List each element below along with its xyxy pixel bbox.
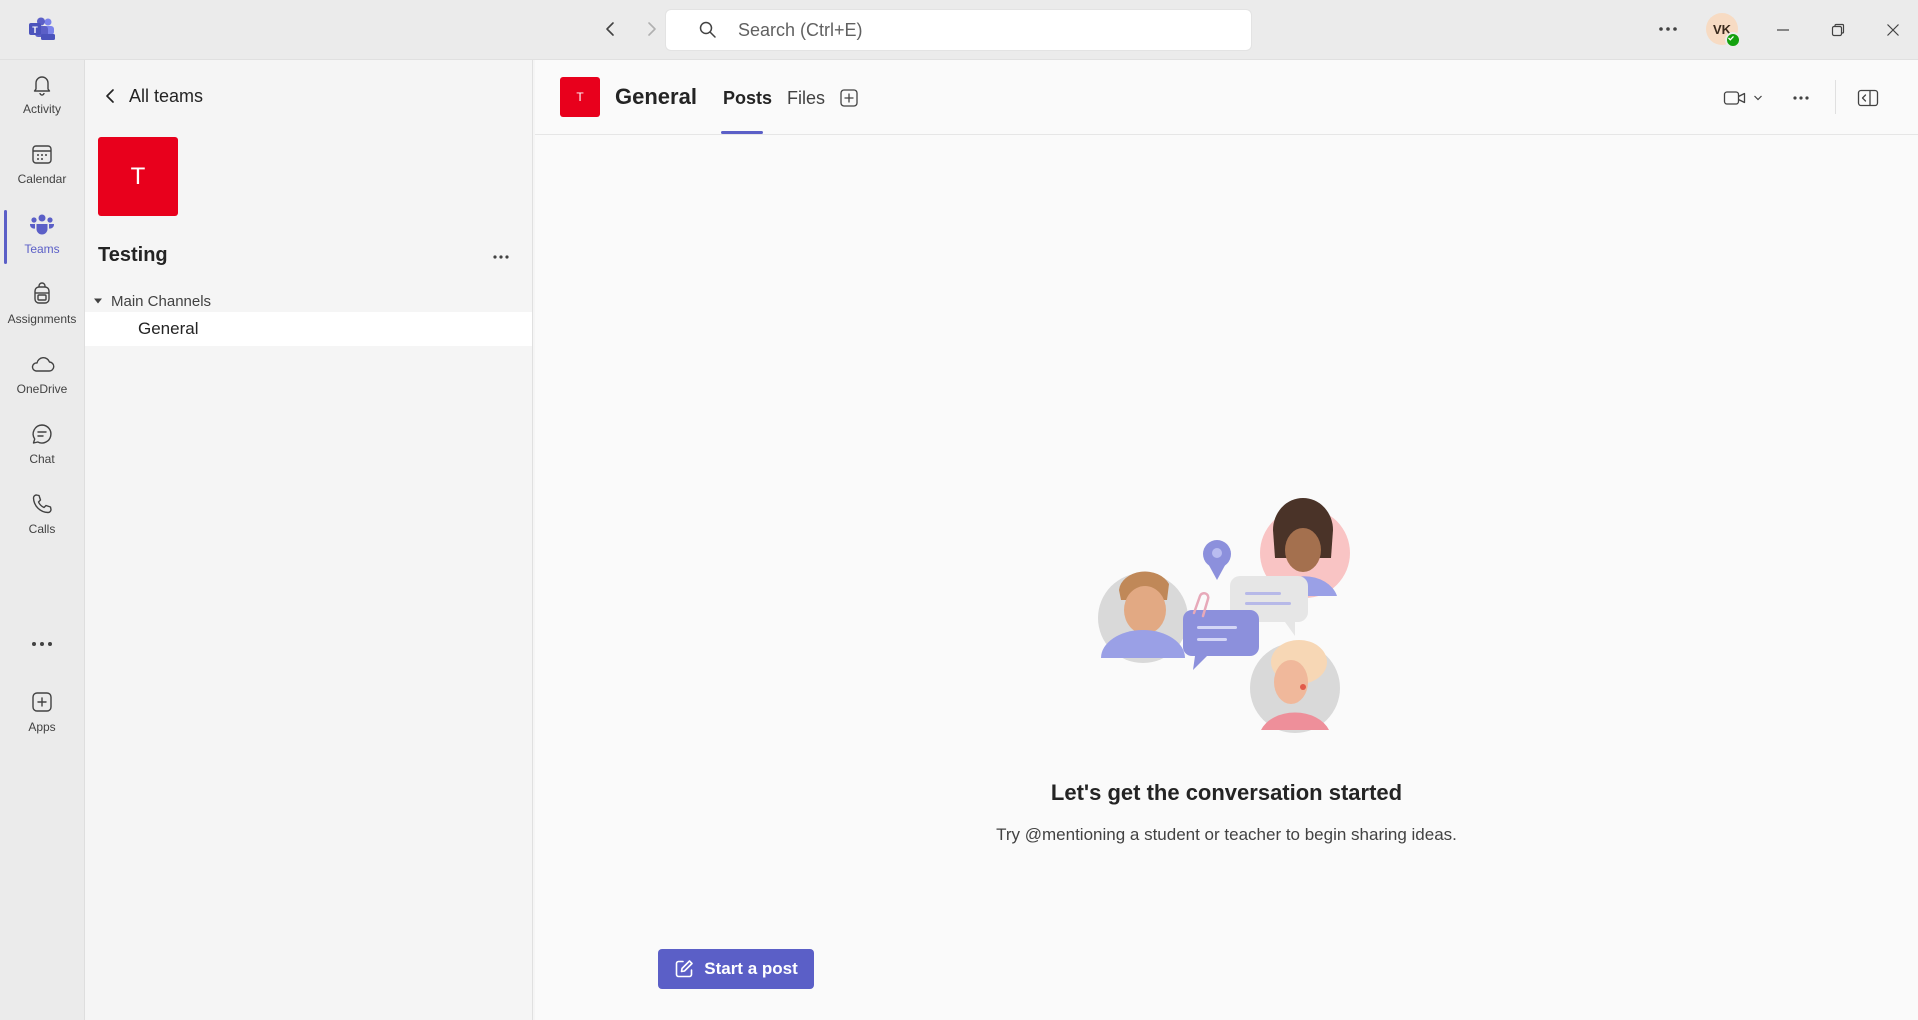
more-options-icon[interactable] [1655,16,1681,42]
rail-item-label: Teams [24,242,60,256]
video-camera-icon [1723,89,1747,107]
cloud-icon [28,350,56,378]
rail-item-teams[interactable]: Teams [0,202,84,268]
presence-available-badge [1725,32,1741,48]
rail-item-activity[interactable]: Activity [0,62,84,128]
close-icon[interactable] [1880,17,1906,43]
rail-item-onedrive[interactable]: OneDrive [0,342,84,408]
channel-main: T General Posts Files Let's get the conv… [535,60,1918,1020]
rail-item-label: OneDrive [16,382,68,396]
rail-item-label: Chat [29,452,55,466]
team-name: Testing [98,244,168,266]
channel-team-initial: T [576,90,584,104]
chat-icon [28,420,56,448]
minimize-icon[interactable] [1770,17,1796,43]
team-avatar: T [98,137,178,216]
calendar-icon [28,140,56,168]
app-rail: Activity Calendar Teams Assignments OneD… [0,60,85,1020]
rail-item-assignments[interactable]: Assignments [0,272,84,338]
empty-state-title: Let's get the conversation started [1050,780,1403,805]
search-icon [698,20,718,40]
team-initial: T [130,162,146,190]
start-post-label: Start a post [704,959,798,978]
meet-now-button[interactable] [1718,85,1768,111]
restore-icon[interactable] [1825,17,1851,43]
add-tab-icon[interactable] [837,86,861,110]
rail-item-calls[interactable]: Calls [0,482,84,548]
forward-arrow-icon[interactable] [640,17,664,41]
rail-item-label: Apps [28,720,56,734]
rail-item-label: Activity [22,102,61,116]
rail-item-apps[interactable]: Apps [0,680,84,746]
all-teams-back-link[interactable]: All teams [103,80,203,112]
channel-header: T General Posts Files [535,60,1918,135]
tab-posts[interactable]: Posts [723,88,772,109]
teams-new-logo-icon[interactable]: T [28,17,56,41]
rail-item-label: Assignments [7,312,77,326]
header-divider [1835,80,1836,114]
team-pane: All teams T Testing Main Channels Genera… [85,60,533,1020]
conversation-illustration [1095,488,1355,744]
rail-item-chat[interactable]: Chat [0,412,84,478]
channel-item-label: General [138,319,199,338]
title-bar: T VK [0,0,1918,60]
caret-down-icon [91,294,105,308]
start-post-button[interactable]: Start a post [658,949,814,989]
channel-item-general[interactable]: General [85,312,532,346]
rail-item-label: Calls [28,522,56,536]
empty-state-subtitle: Try @mentioning a student or teacher to … [996,825,1457,844]
rail-item-calendar[interactable]: Calendar [0,132,84,198]
active-tab-indicator [721,131,763,134]
more-apps-icon[interactable] [0,629,84,659]
channel-group-label: Main Channels [111,292,212,310]
avatar[interactable]: VK [1706,13,1741,48]
channel-info-pane-icon[interactable] [1855,85,1881,111]
add-square-icon [28,688,56,716]
channel-more-options-icon[interactable] [1788,85,1814,111]
compose-icon [674,959,694,979]
phone-icon [28,490,56,518]
channel-team-avatar: T [560,77,600,117]
chevron-down-icon [1753,94,1763,102]
all-teams-label: All teams [129,85,204,106]
chevron-left-icon [103,87,117,105]
bell-icon [28,70,56,98]
back-arrow-icon[interactable] [598,17,622,41]
search-box[interactable] [666,10,1251,50]
channel-group-toggle[interactable]: Main Channels [91,288,211,314]
search-input[interactable] [738,10,1218,50]
tab-files[interactable]: Files [787,88,825,109]
team-more-options-icon[interactable] [487,243,515,271]
svg-text:T: T [32,25,38,35]
teams-icon [28,210,56,238]
backpack-icon [28,280,56,308]
rail-item-label: Calendar [17,172,67,186]
channel-title: General [615,84,697,109]
